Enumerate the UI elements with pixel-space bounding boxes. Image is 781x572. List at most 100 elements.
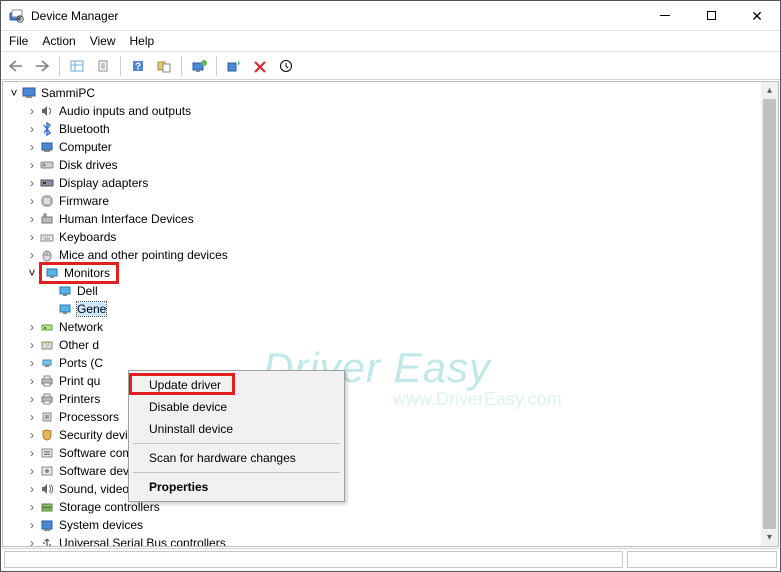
node-storage[interactable]: ›Storage controllers [5,498,778,516]
minimize-button[interactable] [642,1,688,31]
node-audio[interactable]: ›Audio inputs and outputs [5,102,778,120]
expand-icon[interactable]: › [25,102,39,120]
scroll-down-button[interactable]: ▾ [761,529,778,546]
scroll-up-button[interactable]: ▴ [761,82,778,99]
expand-icon[interactable]: › [25,192,39,210]
expand-icon[interactable]: ˅ [25,264,39,282]
monitor-icon [44,265,60,281]
close-button[interactable]: ✕ [734,1,780,31]
expand-icon[interactable]: › [25,426,39,444]
expand-icon[interactable]: › [25,210,39,228]
vertical-scrollbar[interactable]: ▴ ▾ [761,82,778,546]
menu-view[interactable]: View [90,34,116,48]
context-uninstall-device[interactable]: Uninstall device [131,418,342,440]
update-driver-button[interactable] [188,55,210,77]
node-bluetooth[interactable]: ›Bluetooth [5,120,778,138]
node-software-components[interactable]: ›Software components [5,444,778,462]
node-printers[interactable]: ›Printers [5,390,778,408]
devices-icon[interactable] [153,55,175,77]
scan-hardware-button[interactable] [223,55,245,77]
expand-icon[interactable]: ˅ [7,84,21,102]
show-hide-tree-button[interactable] [66,55,88,77]
cpu-icon [39,409,55,425]
expand-icon[interactable]: › [25,462,39,480]
maximize-button[interactable] [688,1,734,31]
status-pane-2 [627,551,777,568]
highlight-monitors: Monitors [39,262,119,284]
printer-icon [39,391,55,407]
storage-controller-icon [39,499,55,515]
sound-icon [39,481,55,497]
node-keyboards[interactable]: ›Keyboards [5,228,778,246]
expand-icon[interactable]: › [25,156,39,174]
node-computer[interactable]: ›Computer [5,138,778,156]
unknown-device-icon: ? [39,337,55,353]
menu-help[interactable]: Help [130,34,155,48]
context-update-driver[interactable]: Update driver [131,374,342,396]
node-mice[interactable]: ›Mice and other pointing devices [5,246,778,264]
expand-icon[interactable]: › [25,174,39,192]
svg-text:?: ? [45,341,50,350]
node-other[interactable]: ›?Other d [5,336,778,354]
node-disk[interactable]: ›Disk drives [5,156,778,174]
expand-icon[interactable]: › [25,138,39,156]
hid-icon [39,211,55,227]
expand-icon[interactable]: › [25,480,39,498]
port-icon [39,355,55,371]
statusbar [2,548,779,570]
node-firmware[interactable]: ›Firmware [5,192,778,210]
node-network[interactable]: ›Network [5,318,778,336]
properties-sheet-button[interactable] [92,55,114,77]
mouse-icon [39,247,55,263]
context-scan-hardware[interactable]: Scan for hardware changes [131,447,342,469]
node-monitor-dell[interactable]: Dell [5,282,778,300]
remove-device-button[interactable] [249,55,271,77]
expand-icon[interactable]: › [25,372,39,390]
expand-icon[interactable]: › [25,534,39,546]
node-system[interactable]: ›System devices [5,516,778,534]
monitor-icon [57,283,73,299]
disk-icon [39,157,55,173]
scroll-thumb[interactable] [763,99,776,529]
node-usb[interactable]: ›Universal Serial Bus controllers [5,534,778,546]
node-monitor-generic[interactable]: Gene [5,300,778,318]
expand-icon[interactable]: › [25,120,39,138]
software-device-icon [39,463,55,479]
expand-icon[interactable]: › [25,228,39,246]
expand-icon[interactable]: › [25,498,39,516]
forward-button[interactable] [31,55,53,77]
expand-icon[interactable]: › [25,408,39,426]
context-disable-device[interactable]: Disable device [131,396,342,418]
back-button[interactable] [5,55,27,77]
expand-icon[interactable]: › [25,246,39,264]
expand-icon[interactable]: › [25,336,39,354]
context-properties[interactable]: Properties [131,476,342,498]
help-button[interactable]: ? [127,55,149,77]
component-icon [39,445,55,461]
node-display[interactable]: ›Display adapters [5,174,778,192]
node-software-devices[interactable]: ›Software devices [5,462,778,480]
menu-action[interactable]: Action [42,34,75,48]
context-menu: Update driver Disable device Uninstall d… [128,370,345,502]
disable-device-button[interactable] [275,55,297,77]
expand-icon[interactable]: › [25,516,39,534]
expand-icon[interactable]: › [25,318,39,336]
node-hid[interactable]: ›Human Interface Devices [5,210,778,228]
node-print-queues[interactable]: ›Print qu [5,372,778,390]
tree-root[interactable]: ˅ SammiPC [5,84,778,102]
node-processors[interactable]: ›Processors [5,408,778,426]
node-security[interactable]: ›Security devices [5,426,778,444]
node-sound[interactable]: ›Sound, video and game controllers [5,480,778,498]
expand-icon[interactable]: › [25,390,39,408]
window-title: Device Manager [31,9,642,23]
system-device-icon [39,517,55,533]
node-ports[interactable]: ›Ports (C [5,354,778,372]
menu-file[interactable]: File [9,34,28,48]
expand-icon[interactable]: › [25,444,39,462]
computer-icon [21,85,37,101]
expand-icon[interactable]: › [25,354,39,372]
node-monitors[interactable]: ˅ Monitors [5,264,778,282]
pc-icon [39,139,55,155]
tree-view[interactable]: ▴ ▾ ˅ SammiPC ›Audio inputs and outputs … [2,81,779,547]
speaker-icon [39,103,55,119]
